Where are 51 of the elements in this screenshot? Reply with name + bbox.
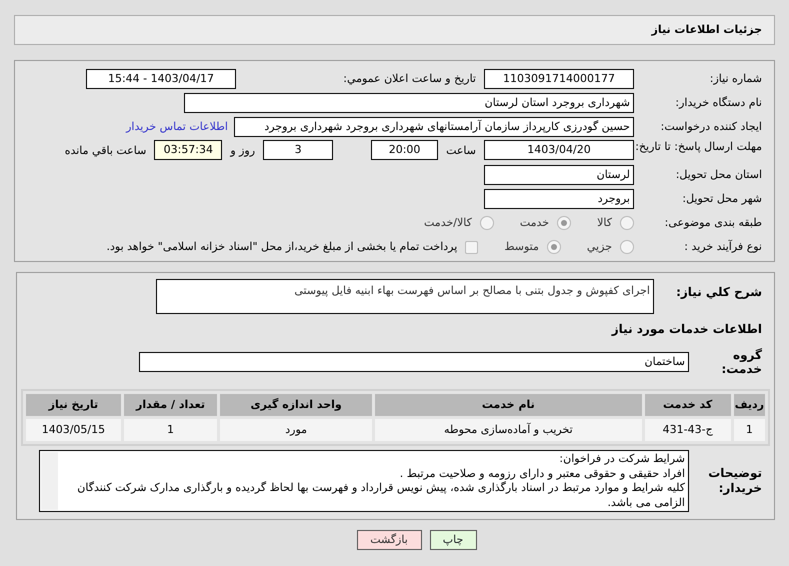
option-label: خدمت [520, 214, 550, 231]
column-header: تاریخ نیاز [26, 394, 121, 416]
text-field[interactable]: 1403/04/20 [484, 140, 634, 160]
text-field[interactable]: شهرداری بروجرد استان لرستان [184, 93, 634, 113]
table-cell: 1 [124, 418, 218, 441]
table-cell: 1403/05/15 [26, 418, 121, 441]
text-field[interactable]: 1103091714000177 [484, 69, 634, 89]
field-label: ساعت باقي مانده [64, 143, 146, 159]
table-cell: تخریب و آماده‌سازی محوطه [375, 418, 642, 441]
field-label: روز و [230, 143, 256, 159]
text-field[interactable]: لرستان [484, 165, 634, 185]
checkbox-label: پرداخت تمام یا بخشی از مبلغ خرید،از محل "اسناد خزانه اسلامی" خواهد بود. [106, 238, 458, 255]
print-button[interactable]: چاپ [430, 530, 476, 550]
table-cell: مورد [220, 418, 372, 441]
contact-link[interactable]: اطلاعات تماس خریدار [126, 118, 228, 136]
column-header: تعداد / مقدار [124, 394, 218, 416]
text-field[interactable]: 3 [263, 140, 334, 160]
text-field[interactable]: ساختمان [139, 352, 689, 372]
option-label: کالا [597, 214, 612, 231]
field-label: مهلت ارسال پاسخ: تا تاریخ: [634, 140, 763, 154]
field-label: نوع فرآیند خرید : [683, 240, 763, 254]
table-cell: ج-43-431 [644, 418, 731, 441]
field-label: ایجاد کننده درخواست: [660, 120, 763, 134]
field-label: تاریخ و ساعت اعلان عمومي: [342, 70, 476, 87]
field-label: ساعت [446, 143, 476, 159]
column-header: ردیف [734, 394, 765, 416]
field-label: طبقه بندی موضوعی: [664, 216, 763, 230]
field-label: شهر محل تحویل: [681, 192, 763, 206]
field-label: توضیحات خریدار: [707, 466, 763, 496]
field-label: استان محل تحویل: [674, 168, 763, 182]
text-field[interactable]: 03:57:34 [154, 140, 222, 160]
notes-field[interactable]: شرایط شرکت در فراخوان: افراد حقیقی و حقوقی معتبر و دارای رزومه و صلاحیت مرتبط . کلیه شرایط و موارد مرتبط در اسناد بارگذاری شده، پیش نویس قرارداد و فهرست بها لحاظ گردیده و بارگذاری مدارک شرکت کنندگان الزامی می باشد. [39, 450, 689, 512]
description-field[interactable]: اجرای کفپوش و جدول بتنی با مصالح بر اساس فهرست بهاء ابنیه فایل پیوستی [156, 279, 654, 314]
column-header: کد خدمت [644, 394, 731, 416]
text-field[interactable]: 20:00 [371, 140, 438, 160]
field-label: گروه خدمت: [720, 348, 763, 377]
text-field[interactable]: 1403/04/17 - 15:44 [86, 69, 236, 89]
back-button[interactable]: بازگشت [356, 530, 422, 550]
field-label: شرح کلي نياز: [675, 284, 763, 300]
page-title: جزئیات اطلاعات نیاز [652, 22, 762, 38]
option-label: کالا/خدمت [424, 214, 472, 231]
field-label: نام دستگاه خریدار: [674, 96, 763, 110]
table-cell: 1 [734, 418, 765, 441]
field-label: شماره نیاز: [708, 72, 763, 86]
option-label: متوسط [504, 238, 539, 255]
text-field[interactable]: بروجرد [484, 189, 634, 209]
column-header: واحد اندازه گیری [220, 394, 372, 416]
column-header: نام خدمت [375, 394, 642, 416]
text-field[interactable]: حسین گودرزی کارپرداز سازمان آرامستانهای شهرداری بروجرد شهرداری بروجرد [234, 117, 634, 137]
section-heading: اطلاعات خدمات مورد نیاز [612, 322, 763, 336]
option-label: جزیي [586, 238, 612, 255]
